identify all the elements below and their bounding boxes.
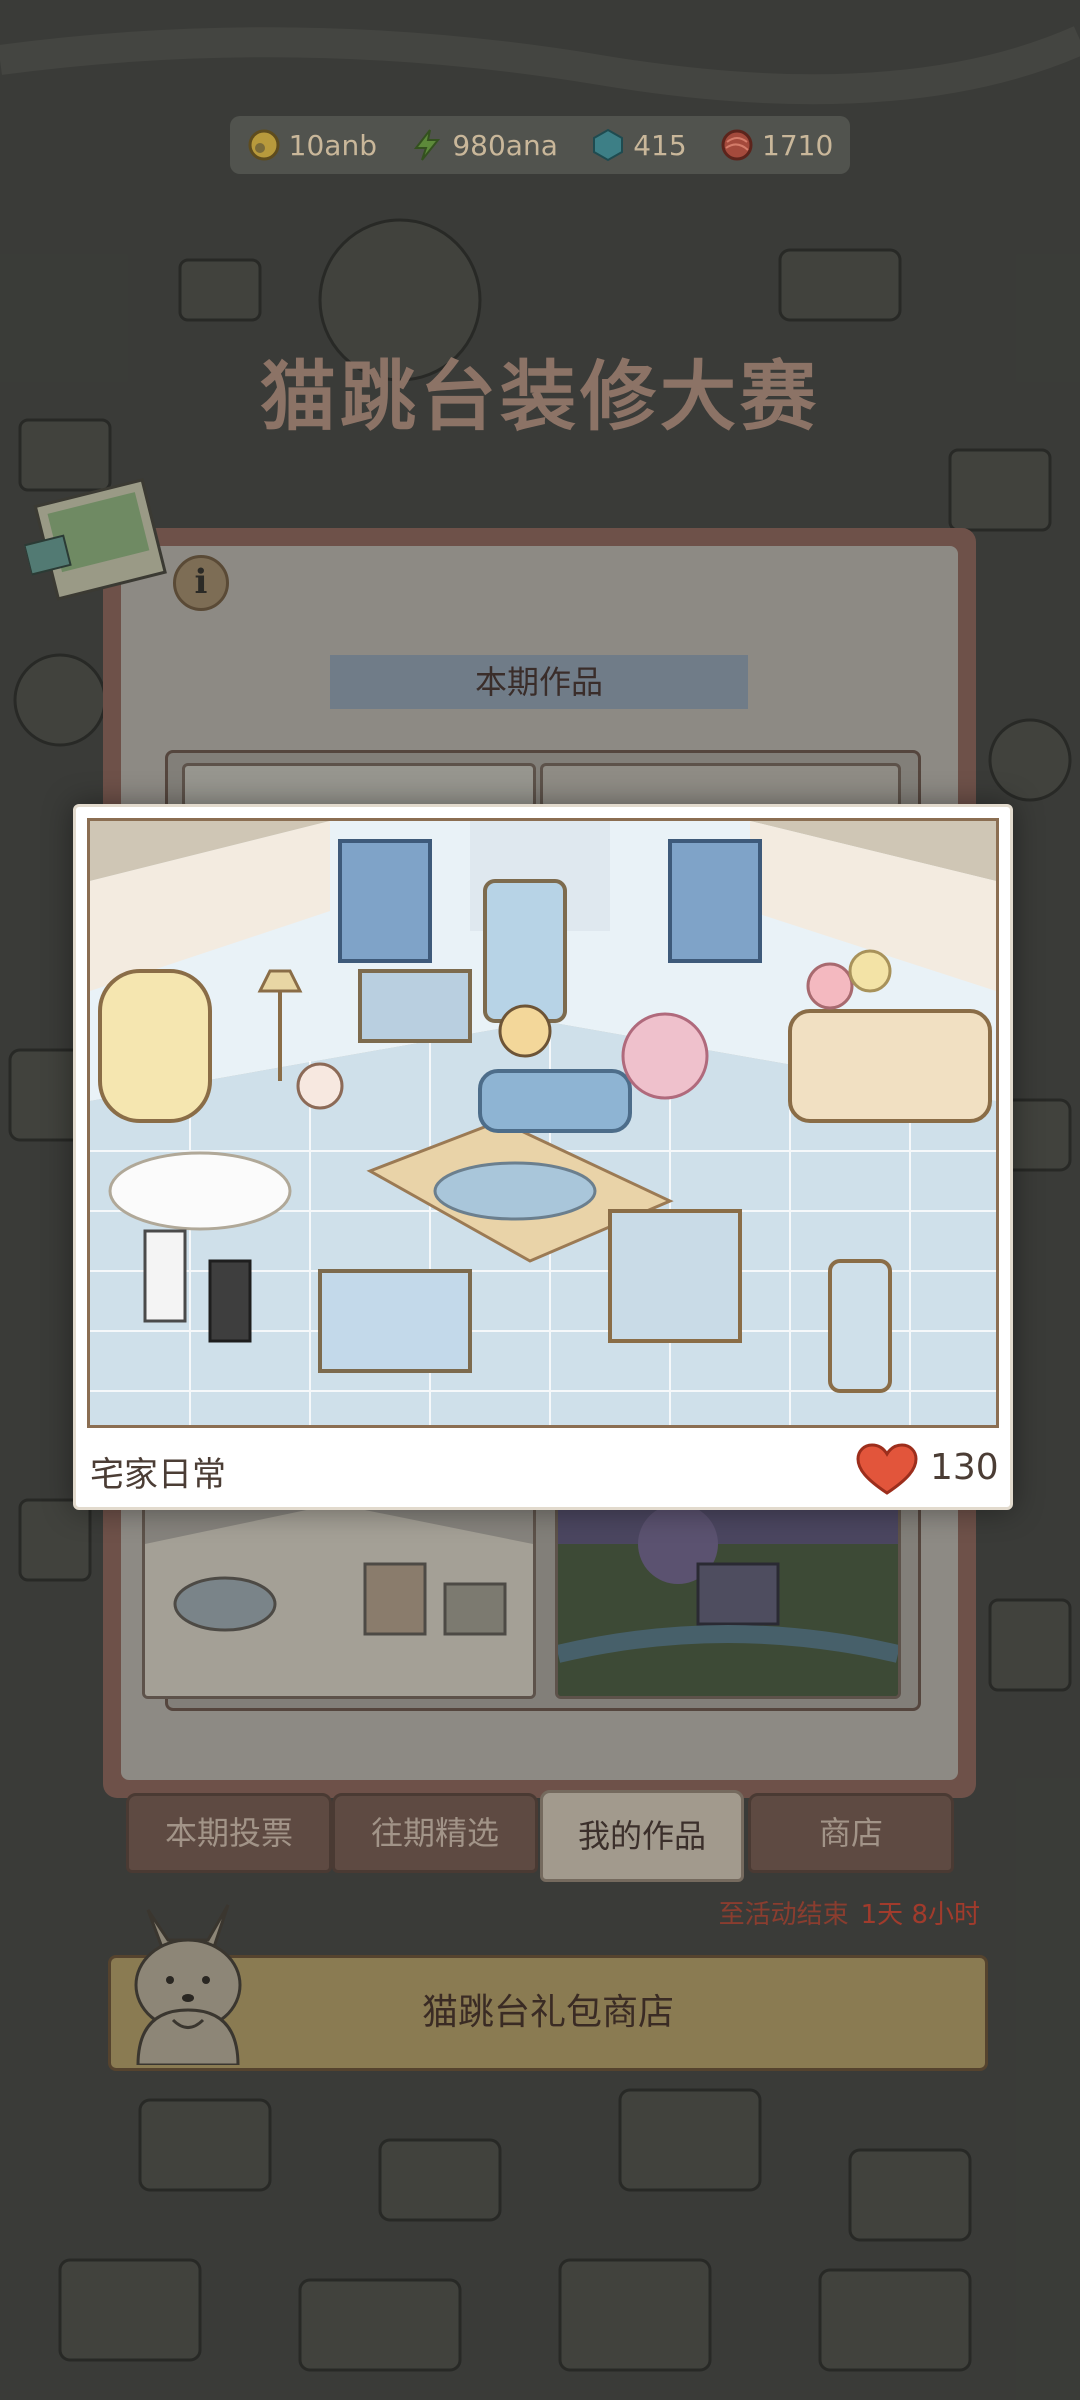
resource-gems[interactable]: 415 — [591, 128, 687, 162]
tab-shop[interactable]: 商店 — [748, 1793, 954, 1873]
work-title: 宅家日常 — [90, 1455, 226, 1495]
tab-past-picks[interactable]: 往期精选 — [332, 1793, 538, 1873]
info-button[interactable]: i — [173, 555, 229, 611]
energy-icon — [414, 129, 441, 161]
work-detail-popup[interactable]: 宅家日常 130 — [73, 804, 1013, 1510]
resource-energy[interactable]: 980ana — [410, 128, 558, 162]
yarn-value: 1710 — [762, 128, 834, 162]
like-count: 130 — [930, 1447, 999, 1488]
energy-value: 980ana — [452, 128, 558, 162]
heart-like-icon[interactable] — [856, 1443, 918, 1497]
tab-my-works[interactable]: 我的作品 — [540, 1790, 744, 1882]
section-label: 本期作品 — [330, 655, 748, 709]
event-countdown: 至活动结束 1天 8小时 — [719, 1894, 980, 1931]
gem-icon — [593, 128, 624, 162]
work-thumbnail[interactable] — [182, 763, 536, 809]
work-thumbnail[interactable] — [540, 763, 901, 809]
room-preview-image — [87, 818, 999, 1428]
resource-coins[interactable]: 10anb — [247, 128, 377, 162]
yarn-icon — [721, 129, 753, 161]
work-thumbnail-garden[interactable] — [555, 1501, 901, 1699]
countdown-value: 1天 8小时 — [860, 1900, 980, 1930]
event-title: 猫跳台装修大赛 — [260, 352, 820, 441]
bunny-mascot-icon — [134, 1904, 242, 2065]
resource-yarn[interactable]: 1710 — [720, 128, 833, 162]
coins-value: 10anb — [288, 128, 377, 162]
countdown-label: 至活动结束 — [718, 1900, 849, 1930]
tab-current-vote[interactable]: 本期投票 — [126, 1793, 332, 1873]
work-thumbnail-bathroom[interactable] — [142, 1501, 536, 1699]
resource-bar: 10anb 980ana 415 1710 — [230, 116, 850, 174]
coin-icon — [248, 129, 280, 161]
gems-value: 415 — [633, 128, 687, 162]
